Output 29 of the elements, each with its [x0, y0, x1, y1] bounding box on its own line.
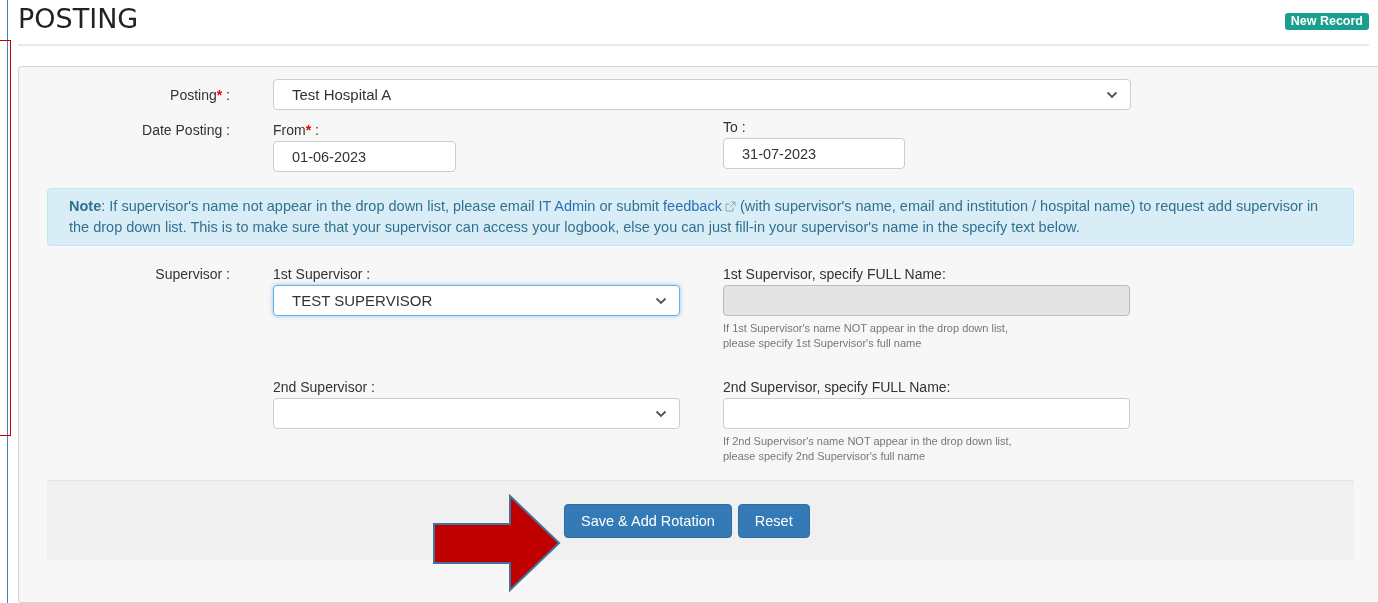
action-button[interactable]: Save & Add Rotation — [564, 504, 732, 538]
chevron-down-icon — [655, 409, 667, 418]
help-text: If 2nd Supervisor's name NOT appear in the drop down list, — [723, 434, 1013, 449]
link[interactable]: IT Admin — [538, 198, 596, 214]
field-label: Posting* : — [170, 87, 230, 103]
field-label: 2nd Supervisor : — [273, 379, 375, 395]
field-label: 1st Supervisor : — [273, 266, 371, 282]
link[interactable]: feedback — [663, 198, 736, 214]
field-label: 1st Supervisor, specify FULL Name: — [723, 266, 946, 282]
action-button[interactable]: Reset — [737, 504, 810, 538]
dropdown-select[interactable]: TEST SUPERVISOR — [273, 285, 680, 316]
help-text: please specify 2nd Supervisor's full name — [723, 449, 927, 464]
chevron-down-icon — [655, 296, 667, 305]
date-input[interactable]: 01-06-2023 — [273, 141, 456, 172]
new-record-badge: New Record — [1284, 13, 1369, 30]
note-text: Note: If supervisor's name not appear in the drop down list, please email IT Admin or submit feedback (with supervisor's name, email and institution / hospital name) to request add supervisor in the drop down list. This is to make sure that your supervisor can access your logbook, else you can just fill-in your supervisor's name in the specify text below. — [47, 188, 1354, 246]
help-text: please specify 1st Supervisor's full name — [723, 336, 923, 351]
page-title: POSTING — [18, 3, 139, 35]
dropdown-select[interactable]: Test Hospital A — [273, 79, 1131, 110]
field-label: From* : — [273, 122, 319, 138]
field-label: To : — [723, 119, 746, 135]
chevron-down-icon — [1106, 90, 1118, 99]
dropdown-select[interactable] — [273, 398, 680, 429]
name-input[interactable] — [723, 398, 1130, 429]
field-label: Date Posting : — [142, 122, 230, 138]
field-label: Supervisor : — [155, 266, 230, 282]
field-label: 2nd Supervisor, specify FULL Name: — [723, 379, 951, 395]
date-input[interactable]: 31-07-2023 — [723, 138, 905, 169]
help-text: If 1st Supervisor's name NOT appear in the drop down list, — [723, 321, 1009, 336]
